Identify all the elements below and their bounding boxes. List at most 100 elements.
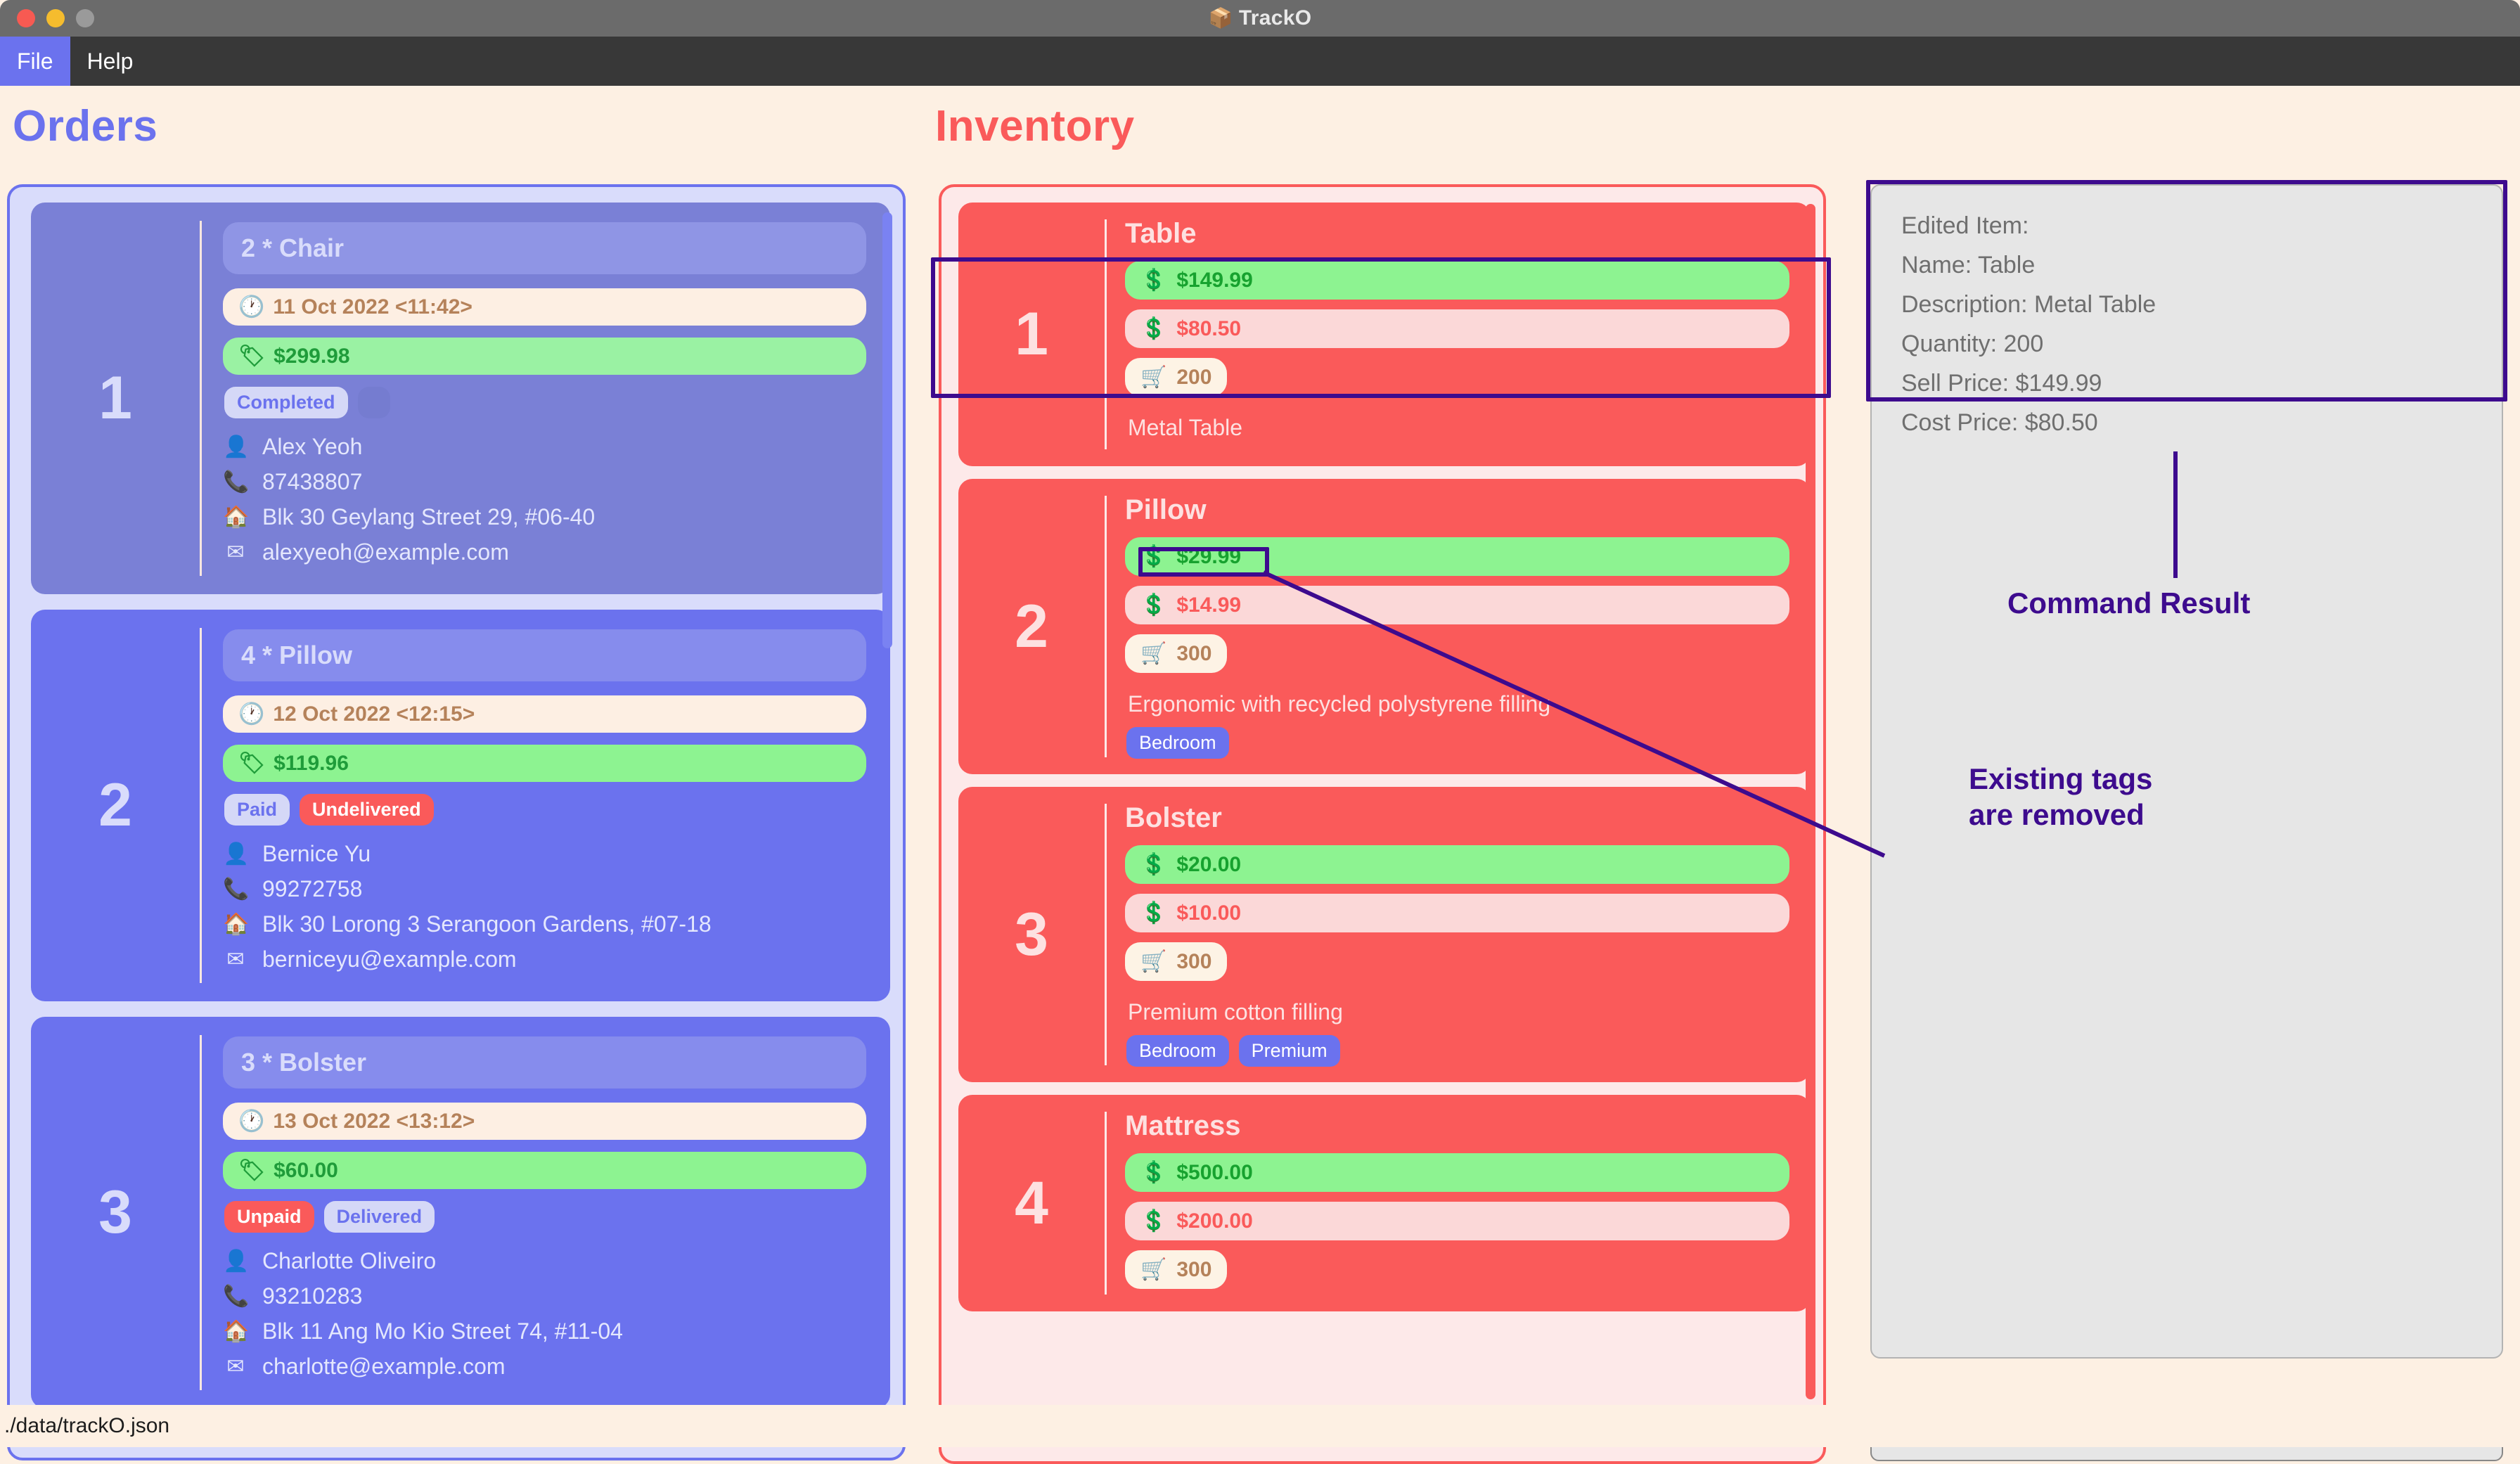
envelope-icon: ✉ bbox=[226, 1355, 245, 1378]
order-card[interactable]: 2 4 * Pillow 🕐 12 Oct 2022 <12:15> 🏷 $119.96 P… bbox=[31, 610, 890, 1001]
inventory-card[interactable]: 4 Mattress 💲 $500.00 💲 $200.00 🛒 300 bbox=[958, 1095, 1811, 1311]
money-down-icon: 💲 bbox=[1140, 593, 1167, 617]
inventory-heading: Inventory bbox=[935, 102, 1135, 150]
order-customer-name: 👤 Charlotte Oliveiro bbox=[223, 1248, 866, 1274]
inventory-tags: Bedroom bbox=[1126, 727, 1789, 759]
order-customer-name-text: Alex Yeoh bbox=[262, 434, 363, 459]
order-price-pill: 🏷 $119.96 bbox=[223, 745, 866, 782]
annotation-command-result-label: Command Result bbox=[2007, 586, 2251, 619]
clock-icon: 🕐 bbox=[238, 702, 265, 726]
order-customer-email-text: berniceyu@example.com bbox=[262, 946, 517, 972]
order-title: 3 * Bolster bbox=[223, 1036, 866, 1089]
order-date-text: 11 Oct 2022 <11:42> bbox=[273, 295, 472, 319]
inventory-card[interactable]: 2 Pillow 💲 $29.99 💲 $14.99 🛒 300 Ergonomic with … bbox=[958, 479, 1811, 774]
order-customer-address: 🏠 Blk 30 Geylang Street 29, #06-40 bbox=[223, 504, 866, 530]
menu-item-file[interactable]: File bbox=[0, 37, 70, 86]
main-content: Orders Inventory 1 2 * Chair 🕐 11 Oct 2022 … bbox=[0, 86, 2520, 1464]
inventory-card-body: Mattress 💲 $500.00 💲 $200.00 🛒 300 bbox=[1107, 1106, 1811, 1300]
order-customer-phone: 📞 93210283 bbox=[223, 1283, 866, 1309]
inventory-quantity-text: 300 bbox=[1176, 1257, 1212, 1281]
money-down-icon: 💲 bbox=[1140, 1209, 1167, 1233]
person-icon: 👤 bbox=[223, 842, 250, 866]
person-icon: 👤 bbox=[223, 1250, 250, 1273]
menu-item-help[interactable]: Help bbox=[70, 37, 150, 86]
status-badge: Completed bbox=[224, 387, 348, 418]
result-line: Cost Price: $80.50 bbox=[1901, 409, 2098, 436]
inventory-cost-price-pill: 💲 $200.00 bbox=[1125, 1202, 1789, 1240]
inventory-tag: Premium bbox=[1238, 1035, 1340, 1067]
inventory-quantity-pill: 🛒 300 bbox=[1125, 942, 1228, 981]
order-card-body: 4 * Pillow 🕐 12 Oct 2022 <12:15> 🏷 $119.96 Pa… bbox=[202, 622, 890, 989]
status-badge: Paid bbox=[224, 794, 290, 826]
order-card[interactable]: 1 2 * Chair 🕐 11 Oct 2022 <11:42> 🏷 $299.98 Co… bbox=[31, 203, 890, 594]
inventory-quantity-text: 300 bbox=[1176, 641, 1212, 665]
annotation-tags-removed-line2: are removed bbox=[1969, 798, 2145, 832]
inventory-cost-price-text: $200.00 bbox=[1176, 1209, 1253, 1233]
inventory-description: Premium cotton filling bbox=[1128, 999, 1343, 1025]
window-title: 📦 TrackO bbox=[0, 6, 2520, 30]
order-status-badges: Unpaid Delivered bbox=[224, 1201, 866, 1233]
order-title: 2 * Chair bbox=[223, 222, 866, 274]
order-customer-address-text: Blk 30 Geylang Street 29, #06-40 bbox=[262, 504, 596, 529]
inventory-cost-price-pill: 💲 $10.00 bbox=[1125, 894, 1789, 932]
order-card-body: 3 * Bolster 🕐 13 Oct 2022 <13:12> 🏷 $60.00 Un… bbox=[202, 1029, 890, 1396]
order-date-pill: 🕐 13 Oct 2022 <13:12> bbox=[223, 1103, 866, 1140]
orders-heading: Orders bbox=[13, 102, 158, 150]
status-bar-file-path: ./data/trackO.json bbox=[4, 1414, 170, 1437]
order-date-pill: 🕐 11 Oct 2022 <11:42> bbox=[223, 288, 866, 326]
status-badge: Delivered bbox=[323, 1201, 435, 1233]
status-bar: ./data/trackO.json bbox=[0, 1405, 2520, 1447]
price-tag-icon: 🏷 bbox=[238, 752, 266, 775]
package-icon: 📦 bbox=[1208, 7, 1233, 29]
clock-icon: 🕐 bbox=[238, 295, 265, 319]
annotation-tags-removed-label: Existing tags are removed bbox=[1969, 761, 2152, 833]
order-customer-address-text: Blk 11 Ang Mo Kio Street 74, #11-04 bbox=[262, 1318, 623, 1344]
home-icon: 🏠 bbox=[223, 506, 250, 529]
order-price-text: $60.00 bbox=[274, 1158, 338, 1182]
inventory-item-name: Table bbox=[1125, 218, 1197, 249]
envelope-icon: ✉ bbox=[226, 948, 245, 971]
status-badge: Unpaid bbox=[224, 1201, 314, 1233]
order-customer-name: 👤 Bernice Yu bbox=[223, 841, 866, 867]
home-icon: 🏠 bbox=[223, 1320, 250, 1343]
inventory-tag: Bedroom bbox=[1126, 727, 1229, 759]
inventory-sell-price-pill: 💲 $20.00 bbox=[1125, 845, 1789, 884]
inventory-cost-price-pill: 💲 $14.99 bbox=[1125, 586, 1789, 624]
inventory-card[interactable]: 3 Bolster 💲 $20.00 💲 $10.00 🛒 300 Premium cotton… bbox=[958, 787, 1811, 1082]
order-index: 1 bbox=[98, 364, 132, 432]
order-customer-phone-text: 93210283 bbox=[262, 1283, 363, 1309]
inventory-index: 3 bbox=[1015, 900, 1048, 968]
status-badge bbox=[357, 387, 390, 418]
inventory-tag: Bedroom bbox=[1126, 1035, 1229, 1067]
order-customer-email: ✉ alexyeoh@example.com bbox=[223, 539, 866, 565]
orders-scrollbar[interactable] bbox=[882, 212, 892, 648]
price-tag-icon: 🏷 bbox=[238, 345, 266, 368]
order-price-pill: 🏷 $299.98 bbox=[223, 338, 866, 375]
inventory-card-body: Pillow 💲 $29.99 💲 $14.99 🛒 300 Ergonomic with r… bbox=[1107, 490, 1811, 763]
inventory-item-name: Pillow bbox=[1125, 494, 1207, 525]
money-up-icon: 💲 bbox=[1140, 1161, 1167, 1184]
order-customer-address-text: Blk 30 Lorong 3 Serangoon Gardens, #07-1… bbox=[262, 911, 712, 937]
inventory-cost-price-text: $14.99 bbox=[1176, 593, 1242, 617]
home-icon: 🏠 bbox=[223, 913, 250, 936]
shopping-cart-icon: 🛒 bbox=[1140, 950, 1167, 973]
inventory-quantity-text: 300 bbox=[1176, 949, 1212, 973]
order-customer-name: 👤 Alex Yeoh bbox=[223, 434, 866, 460]
order-customer-name-text: Charlotte Oliveiro bbox=[262, 1248, 437, 1273]
order-date-text: 13 Oct 2022 <13:12> bbox=[273, 1109, 475, 1133]
phone-icon: 📞 bbox=[223, 1285, 250, 1308]
orders-list-panel[interactable]: 1 2 * Chair 🕐 11 Oct 2022 <11:42> 🏷 $299.98 Co… bbox=[7, 184, 906, 1460]
order-customer-email-text: alexyeoh@example.com bbox=[262, 539, 509, 565]
order-customer-address: 🏠 Blk 30 Lorong 3 Serangoon Gardens, #07-… bbox=[223, 911, 866, 937]
inventory-item-name: Bolster bbox=[1125, 802, 1222, 833]
order-card[interactable]: 3 3 * Bolster 🕐 13 Oct 2022 <13:12> 🏷 $60.00 U… bbox=[31, 1017, 890, 1408]
order-date-pill: 🕐 12 Oct 2022 <12:15> bbox=[223, 695, 866, 733]
order-card-body: 2 * Chair 🕐 11 Oct 2022 <11:42> 🏷 $299.98 Com… bbox=[202, 215, 890, 582]
annotation-box-inventory-item bbox=[931, 257, 1831, 398]
order-customer-phone-text: 99272758 bbox=[262, 876, 363, 901]
inventory-index: 4 bbox=[1015, 1169, 1048, 1237]
inventory-quantity-row: 🛒 300 bbox=[1125, 634, 1789, 680]
annotation-box-empty-tags bbox=[1138, 547, 1269, 577]
inventory-index: 2 bbox=[1015, 592, 1048, 660]
order-date-text: 12 Oct 2022 <12:15> bbox=[273, 702, 475, 726]
